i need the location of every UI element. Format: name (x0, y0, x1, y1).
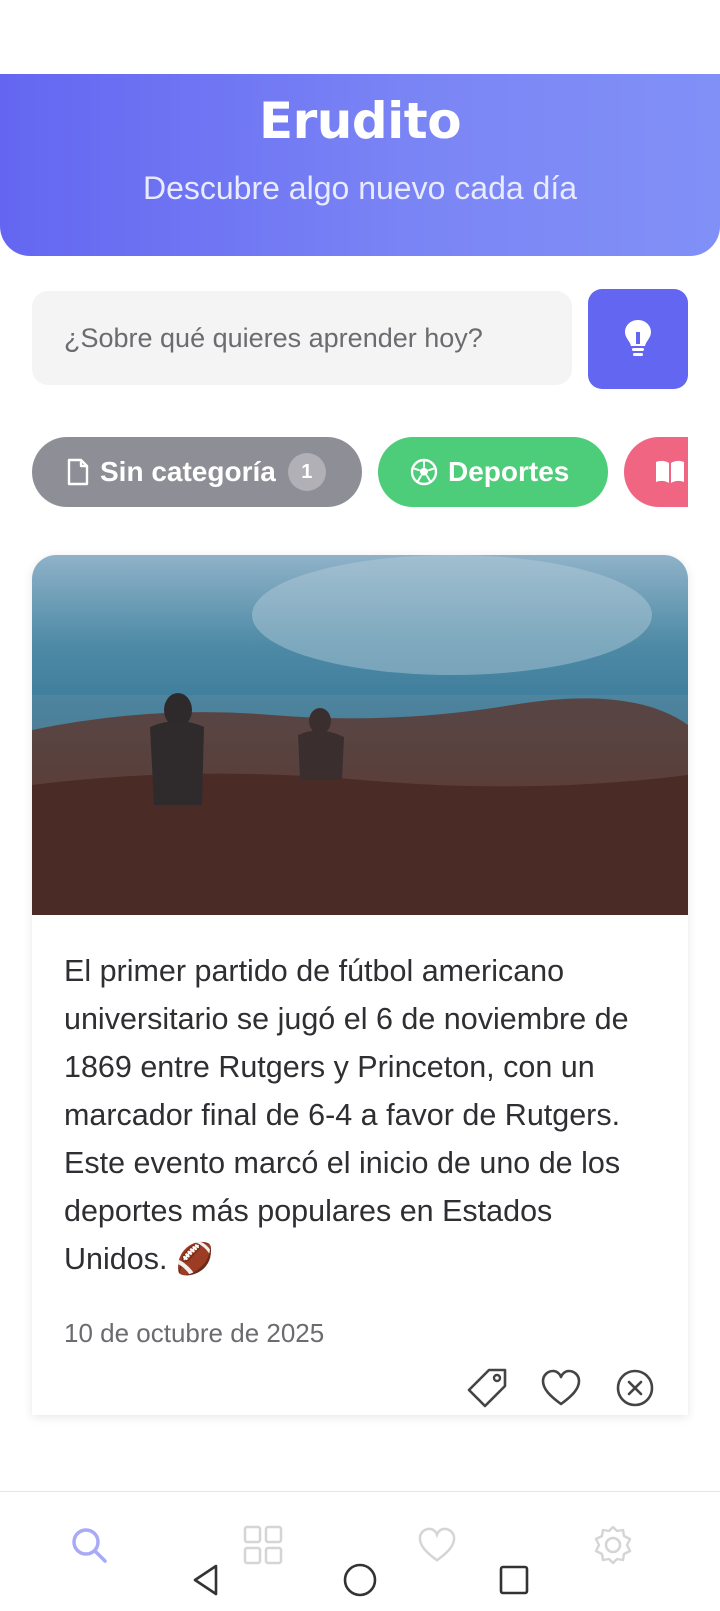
nav-search[interactable] (66, 1522, 112, 1568)
category-label: Deportes (448, 456, 570, 487)
tag-icon (467, 1368, 507, 1408)
app-subtitle: Descubre algo nuevo cada día (142, 170, 578, 206)
system-back-button[interactable] (186, 1560, 226, 1600)
grid-icon (243, 1525, 283, 1565)
tag-button[interactable] (464, 1365, 510, 1411)
search-icon (72, 1528, 107, 1563)
book-icon (654, 459, 686, 485)
close-circle-icon (616, 1369, 654, 1407)
category-chip-deportes[interactable]: Deportes (378, 437, 608, 507)
nav-settings[interactable] (590, 1522, 636, 1568)
category-count-badge: 1 (287, 453, 326, 491)
soccer-ball-icon (410, 458, 438, 486)
nav-favorites[interactable] (414, 1522, 460, 1568)
generate-idea-button[interactable] (588, 289, 688, 389)
search-row (32, 289, 688, 391)
app-title: Erudito (258, 92, 462, 150)
fact-date: 10 de octubre de 2025 (64, 1318, 325, 1348)
heart-icon (418, 1527, 456, 1562)
recents-icon (499, 1565, 529, 1595)
dismiss-button[interactable] (612, 1365, 658, 1411)
category-chips: Sin categoría 1 Deportes (32, 437, 688, 509)
settings-icon (594, 1525, 632, 1565)
heart-icon (541, 1369, 581, 1406)
fact-text: El primer partido de fútbol americano un… (64, 954, 629, 1276)
category-label: Sin categoría (100, 456, 276, 487)
search-input[interactable] (32, 291, 572, 385)
favorite-button[interactable] (538, 1365, 584, 1411)
lightbulb-icon (625, 320, 651, 356)
card-actions (464, 1365, 658, 1411)
home-icon (343, 1563, 377, 1597)
file-icon (66, 458, 90, 486)
category-chip-sin-categoria[interactable]: Sin categoría 1 (32, 437, 362, 507)
nav-categories[interactable] (240, 1522, 286, 1568)
bottom-navigation (0, 1491, 720, 1611)
system-home-button[interactable] (340, 1560, 380, 1600)
back-icon (193, 1564, 218, 1596)
category-chip-book[interactable] (624, 437, 688, 507)
system-recents-button[interactable] (494, 1560, 534, 1600)
app-header: Erudito Descubre algo nuevo cada día (0, 74, 720, 256)
card-image (32, 555, 688, 915)
fact-card: El primer partido de fútbol americano un… (32, 555, 688, 1415)
